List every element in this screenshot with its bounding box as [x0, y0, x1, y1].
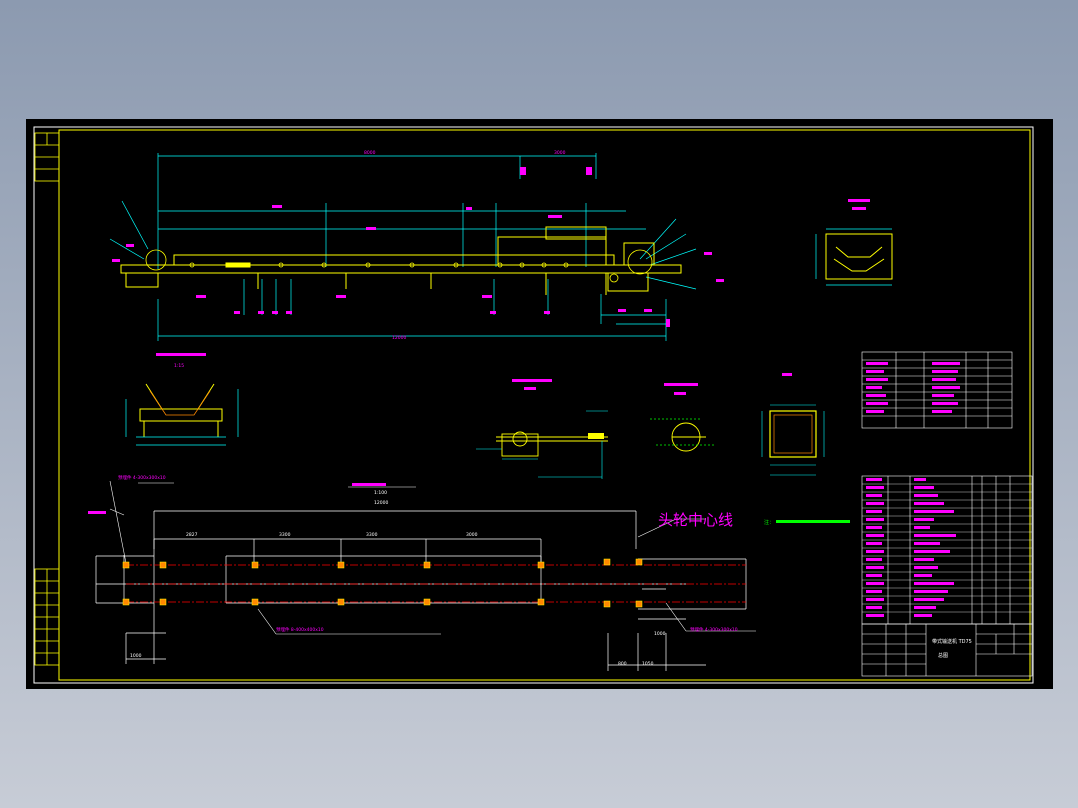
drawing-sheet: 8000 3000 12000 1:15 注： 带式输送机 TD75 总图 1:… — [26, 119, 1053, 689]
title-block-sub: 总图 — [938, 652, 948, 659]
plan-scale: 1:100 — [374, 490, 387, 496]
cad-viewport: 8000 3000 12000 1:15 注： 带式输送机 TD75 总图 1:… — [0, 0, 1078, 808]
drawing-canvas: 8000 3000 12000 1:15 注： 带式输送机 TD75 总图 1:… — [33, 126, 1034, 684]
foundation-right-label: 预埋件 4-300x300x10 — [690, 626, 738, 633]
title-block-name: 带式输送机 TD75 — [932, 638, 972, 645]
left-top-box — [34, 132, 60, 182]
plan-dim-right-a: 1050 — [642, 661, 654, 667]
cross-section-left: 1:15 — [125, 353, 239, 446]
left-bottom-box — [34, 568, 60, 666]
main-elevation: 8000 3000 12000 — [109, 150, 724, 341]
cross-section-right — [815, 199, 893, 286]
plan-dim-2: 3300 — [279, 532, 291, 538]
square-section — [761, 373, 825, 476]
note: 注： — [764, 519, 850, 526]
plan-dim-right-c: 800 — [618, 661, 627, 667]
title-block — [861, 623, 1033, 677]
dim-top-b: 3000 — [554, 150, 566, 156]
plan-dim-bottom-left: 1000 — [130, 653, 142, 659]
detail-view-middle — [476, 379, 608, 479]
dim-top-a: 8000 — [364, 150, 376, 156]
plan-length: 12000 — [374, 500, 388, 506]
detail-view-round — [650, 383, 716, 452]
plan-dim-3: 3300 — [366, 532, 378, 538]
note-label: 注： — [764, 519, 774, 526]
dim-overall: 12000 — [392, 335, 406, 341]
plan-dim-right-b: 1000 — [654, 631, 666, 637]
head-centerline-label: 头轮中心线 — [658, 511, 733, 529]
foundation-plan: 1:100 12000 2827 3300 3300 3000 1000 100… — [88, 474, 756, 671]
foundation-left-label: 预埋件 4-300x300x10 — [118, 474, 166, 481]
section-scale-left: 1:15 — [174, 363, 184, 369]
plan-dim-4: 3000 — [466, 532, 478, 538]
plan-dim-1: 2827 — [186, 532, 198, 538]
foundation-mid-label: 预埋件 8-400x400x10 — [276, 626, 324, 633]
